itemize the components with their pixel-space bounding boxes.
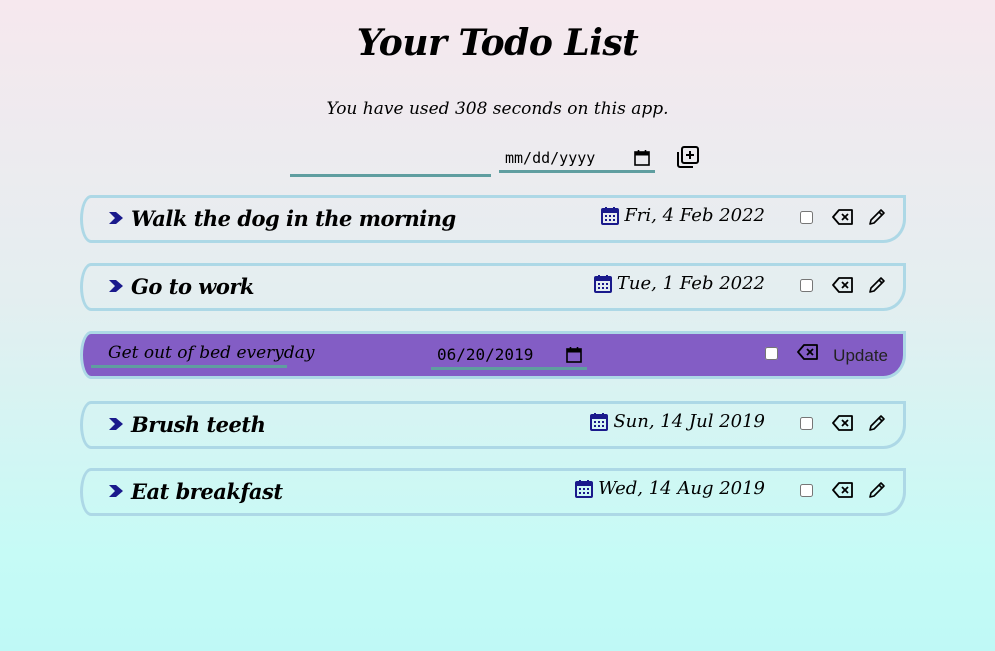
edit-date-value: 06/20/2019: [437, 345, 534, 364]
calendar-icon[interactable]: [565, 346, 583, 364]
backspace-icon[interactable]: [832, 208, 854, 226]
pencil-icon[interactable]: [867, 275, 887, 295]
chevron-right-icon: [109, 280, 123, 292]
backspace-icon[interactable]: [832, 414, 854, 432]
edit-todo-date-input[interactable]: 06/20/2019: [431, 342, 587, 370]
todo-date-text: Wed, 14 Aug 2019: [598, 478, 765, 499]
todo-date-text: Sun, 14 Jul 2019: [613, 411, 765, 432]
todo-text: Go to work: [131, 274, 254, 299]
todo-checkbox[interactable]: [800, 279, 813, 292]
todo-checkbox[interactable]: [765, 347, 778, 360]
todo-date-text: Fri, 4 Feb 2022: [624, 205, 765, 226]
calendar-icon: [575, 479, 594, 498]
backspace-icon[interactable]: [832, 481, 854, 499]
backspace-icon[interactable]: [832, 276, 854, 294]
calendar-icon[interactable]: [633, 149, 651, 167]
todo-checkbox[interactable]: [800, 211, 813, 224]
add-todo-form: mm/dd/yyyy: [290, 142, 710, 177]
todo-date: Sun, 14 Jul 2019: [589, 411, 765, 432]
todo-checkbox[interactable]: [800, 484, 813, 497]
backspace-icon[interactable]: [797, 343, 819, 361]
todo-item-editing: Get out of bed everyday 06/20/2019 Updat…: [80, 331, 906, 379]
todo-checkbox[interactable]: [800, 417, 813, 430]
todo-item: Brush teeth Sun, 14 Jul 2019: [80, 401, 906, 449]
todo-item: Eat breakfast Wed, 14 Aug 2019: [80, 468, 906, 516]
todo-date-text: Tue, 1 Feb 2022: [616, 273, 765, 294]
todo-date: Fri, 4 Feb 2022: [600, 205, 765, 226]
calendar-icon: [601, 206, 620, 225]
todo-item: Go to work Tue, 1 Feb 2022: [80, 263, 906, 311]
todo-text: Brush teeth: [131, 412, 266, 437]
chevron-right-icon: [109, 485, 123, 497]
edit-todo-input[interactable]: Get out of bed everyday: [91, 338, 315, 368]
todo-text: Eat breakfast: [131, 479, 283, 504]
update-button[interactable]: Update: [833, 346, 888, 366]
date-placeholder: mm/dd/yyyy: [505, 148, 596, 167]
calendar-icon: [590, 412, 609, 431]
time-used-text: You have used 308 seconds on this app.: [326, 99, 669, 119]
new-todo-date-input[interactable]: mm/dd/yyyy: [499, 145, 655, 173]
todo-date: Tue, 1 Feb 2022: [593, 273, 765, 294]
todo-date: Wed, 14 Aug 2019: [574, 478, 765, 499]
calendar-icon: [593, 274, 612, 293]
pencil-icon[interactable]: [867, 480, 887, 500]
todo-text: Walk the dog in the morning: [131, 206, 456, 231]
pencil-icon[interactable]: [867, 207, 887, 227]
page-title: Your Todo List: [356, 22, 639, 64]
todo-item: Walk the dog in the morning Fri, 4 Feb 2…: [80, 195, 906, 243]
pencil-icon[interactable]: [867, 413, 887, 433]
chevron-right-icon: [109, 212, 123, 224]
chevron-right-icon: [109, 418, 123, 430]
new-todo-input[interactable]: [290, 142, 491, 177]
add-square-icon[interactable]: [676, 145, 700, 169]
